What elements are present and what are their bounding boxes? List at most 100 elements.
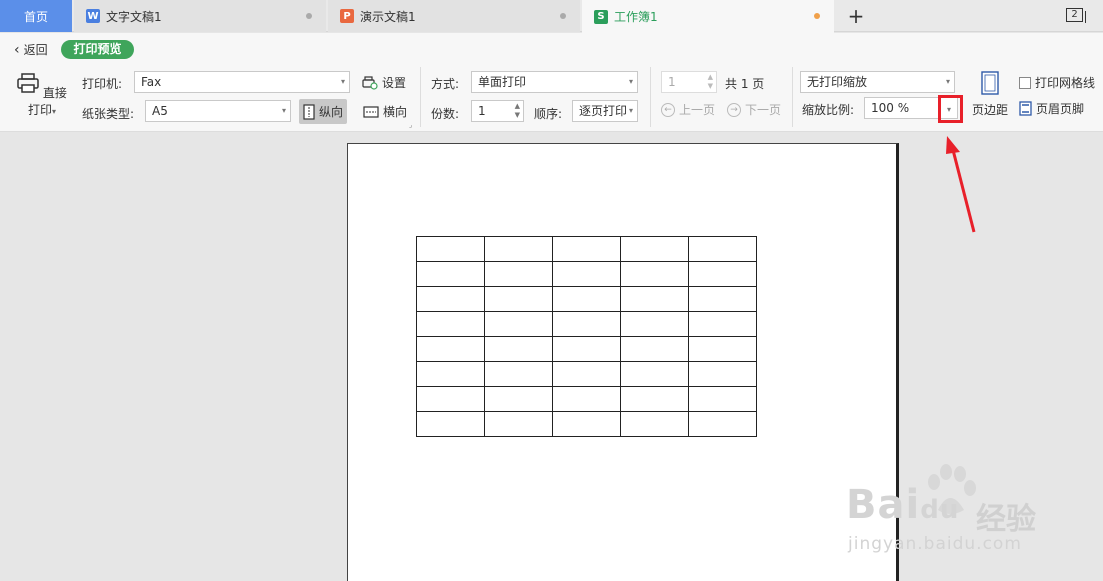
settings-label: 设置	[382, 76, 407, 90]
dropdown-caret-icon[interactable]: ▾	[52, 107, 56, 116]
tab-presentation[interactable]: P 演示文稿1	[328, 0, 580, 32]
table-cell	[484, 311, 553, 337]
divider	[792, 67, 793, 127]
table-cell	[552, 386, 621, 412]
watermark-url: jingyan.baidu.com	[848, 534, 1022, 554]
back-label: 返回	[23, 43, 48, 57]
table-cell	[484, 261, 553, 287]
expand-corner-icon[interactable]: ⌟	[409, 121, 412, 129]
table-cell	[688, 311, 757, 337]
paper-type-label: 纸张类型:	[82, 107, 135, 121]
portrait-icon	[303, 103, 315, 120]
page-margins-button[interactable]: 页边距	[970, 71, 1010, 118]
table-row	[416, 336, 757, 362]
portrait-button[interactable]: 纵向	[299, 99, 348, 124]
table-cell	[552, 411, 621, 437]
tab-home[interactable]: 首页	[0, 0, 72, 32]
paper-value: A5	[152, 104, 168, 118]
printer-settings-icon	[362, 75, 378, 90]
tab-home-label: 首页	[23, 9, 48, 24]
presentation-icon: P	[340, 9, 354, 23]
table-cell	[620, 386, 689, 412]
copies-label: 份数:	[431, 107, 460, 121]
table-cell	[620, 236, 689, 262]
prev-page-label: 上一页	[679, 103, 716, 117]
watermark-brand: Baidu	[846, 482, 959, 528]
table-cell	[484, 386, 553, 412]
table-cell	[688, 361, 757, 387]
table-cell	[484, 286, 553, 312]
table-cell	[620, 336, 689, 362]
print-gridlines-checkbox[interactable]: 打印网格线	[1019, 74, 1095, 91]
table-cell	[688, 336, 757, 362]
copies-stepper[interactable]: 1 ▲ ▼	[471, 100, 524, 122]
order-select[interactable]: 逐页打印 ▾	[572, 100, 638, 122]
table-cell	[620, 261, 689, 287]
writer-icon: W	[86, 9, 100, 23]
highlight-box	[938, 95, 963, 123]
arrow-right-icon: →	[727, 102, 741, 117]
table-cell	[688, 261, 757, 287]
back-button[interactable]: ‹ 返回	[14, 41, 48, 58]
printer-settings-button[interactable]: 设置	[362, 74, 406, 91]
tab-close-dot[interactable]	[306, 13, 312, 19]
table-cell	[416, 411, 485, 437]
table-cell	[484, 336, 553, 362]
stepper-arrows-icon[interactable]: ▲ ▼	[708, 73, 713, 91]
chevron-down-icon: ▾	[628, 77, 633, 86]
window-count-icon[interactable]: 2	[1066, 8, 1086, 23]
method-select[interactable]: 单面打印 ▾	[471, 71, 638, 93]
table-row	[416, 236, 757, 262]
unsaved-dot[interactable]	[814, 13, 820, 19]
baidu-jingyan-watermark: Baidu 经验 jingyan.baidu.com	[840, 462, 1070, 572]
landscape-button[interactable]: 横向	[359, 99, 411, 124]
tab-spreadsheet[interactable]: S 工作簿1	[582, 0, 834, 33]
paper-type-select[interactable]: A5 ▾	[145, 100, 291, 122]
order-value: 逐页打印	[579, 104, 628, 118]
table-cell	[620, 361, 689, 387]
table-cell	[484, 236, 553, 262]
copies-value: 1	[478, 104, 486, 118]
page-margins-label: 页边距	[971, 103, 1008, 117]
header-footer-icon	[1019, 101, 1032, 116]
table-cell	[552, 261, 621, 287]
table-cell	[552, 236, 621, 262]
chevron-down-icon: ▾	[628, 106, 633, 115]
printer-label: 打印机:	[82, 77, 123, 91]
next-page-button[interactable]: → 下一页	[727, 101, 781, 118]
table-cell	[688, 286, 757, 312]
page-number-stepper[interactable]: 1 ▲ ▼	[661, 71, 717, 93]
table-cell	[416, 386, 485, 412]
landscape-icon	[363, 105, 379, 118]
printer-icon	[17, 73, 39, 93]
header-footer-label: 页眉页脚	[1036, 102, 1085, 116]
stepper-arrows-icon[interactable]: ▲ ▼	[515, 102, 520, 120]
annotation-arrow-icon	[946, 136, 976, 233]
table-cell	[416, 236, 485, 262]
new-tab-button[interactable]: +	[846, 4, 866, 28]
tab-xls-label: 工作簿1	[614, 10, 658, 24]
table-row	[416, 411, 757, 437]
next-page-label: 下一页	[745, 103, 782, 117]
portrait-label: 纵向	[319, 105, 344, 119]
tab-close-dot[interactable]	[560, 13, 566, 19]
table-row	[416, 361, 757, 387]
scale-ratio-value: 100 %	[871, 101, 910, 115]
table-cell	[552, 361, 621, 387]
table-cell	[552, 286, 621, 312]
direct-print-button[interactable]: 直接打印▾	[12, 73, 72, 118]
method-label: 方式:	[431, 77, 460, 91]
tab-writer-doc[interactable]: W 文字文稿1	[74, 0, 326, 32]
header-footer-button[interactable]: 页眉页脚	[1019, 100, 1084, 117]
table-cell	[416, 286, 485, 312]
table-cell	[416, 261, 485, 287]
prev-page-button[interactable]: ← 上一页	[661, 101, 715, 118]
table-cell	[688, 236, 757, 262]
scaling-mode-select[interactable]: 无打印缩放 ▾	[800, 71, 955, 93]
table-cell	[620, 311, 689, 337]
checkbox-icon	[1019, 76, 1031, 89]
spreadsheet-icon: S	[594, 9, 608, 24]
scaling-mode-value: 无打印缩放	[807, 75, 868, 89]
printer-select[interactable]: Fax ▾	[134, 71, 350, 93]
table-cell	[416, 336, 485, 362]
